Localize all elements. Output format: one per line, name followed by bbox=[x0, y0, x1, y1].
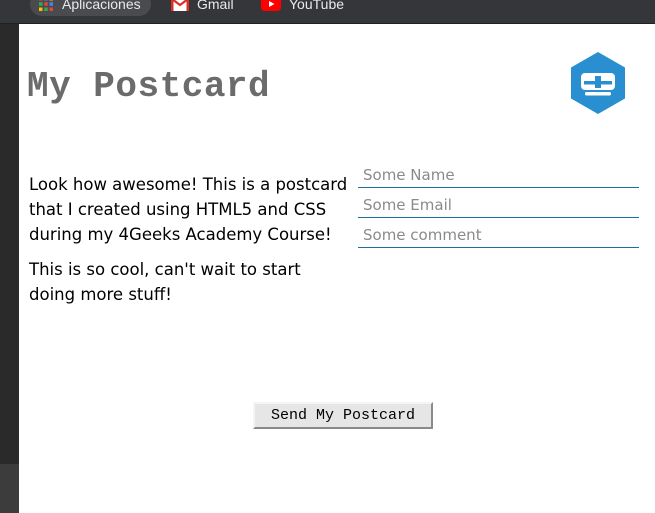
page-title: My Postcard bbox=[27, 66, 271, 107]
send-postcard-button[interactable]: Send My Postcard bbox=[253, 402, 433, 429]
comment-field[interactable] bbox=[358, 222, 639, 248]
window-left-edge-lower bbox=[0, 464, 19, 513]
postcard-page: My Postcard Look how awesome! This is a … bbox=[19, 24, 655, 513]
email-field[interactable] bbox=[358, 192, 639, 218]
4geeks-logo-icon bbox=[571, 52, 625, 114]
name-field[interactable] bbox=[358, 162, 639, 188]
window-left-edge bbox=[0, 24, 19, 513]
bookmark-gmail[interactable]: Gmail bbox=[171, 0, 234, 16]
bookmark-youtube-label: YouTube bbox=[289, 0, 345, 12]
bookmark-apps[interactable]: Aplicaciones bbox=[30, 0, 151, 16]
postcard-form bbox=[358, 162, 639, 252]
browser-viewport: Aplicaciones Gmail YouTube My Postcard L… bbox=[0, 0, 655, 513]
bookmark-gmail-label: Gmail bbox=[197, 0, 234, 12]
gmail-icon bbox=[171, 0, 189, 11]
message-paragraph: Look how awesome! This is a postcard tha… bbox=[29, 175, 348, 244]
apps-grid-icon bbox=[39, 0, 53, 11]
postcard-message: Look how awesome! This is a postcard tha… bbox=[29, 172, 349, 317]
bookmark-apps-label: Aplicaciones bbox=[62, 0, 141, 12]
message-paragraph: This is so cool, can't wait to start doi… bbox=[29, 260, 301, 304]
bookmark-bar: Aplicaciones Gmail YouTube bbox=[0, 0, 655, 24]
youtube-icon bbox=[261, 0, 281, 11]
bookmark-youtube[interactable]: YouTube bbox=[261, 0, 344, 16]
